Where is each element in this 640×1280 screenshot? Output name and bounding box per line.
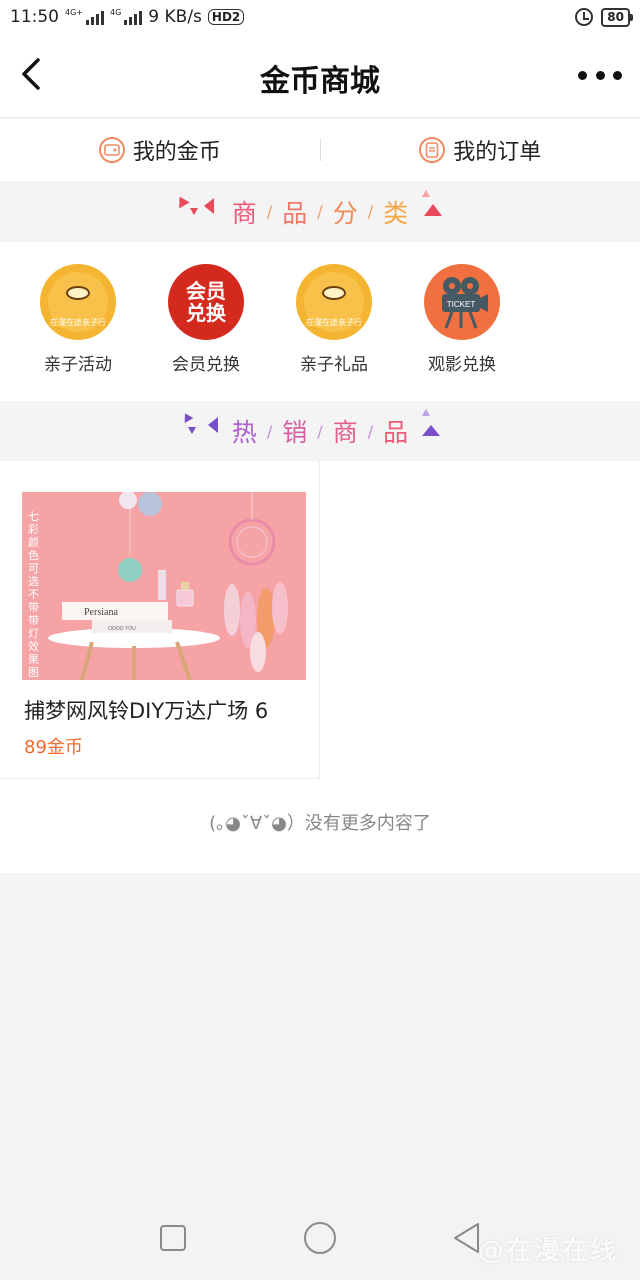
category-heading-char: 分 — [332, 198, 358, 228]
category-section-heading: 商 / 品 / 分 / 类 — [0, 181, 640, 242]
battery-icon: 80 — [601, 7, 633, 27]
category-label: 亲子活动 — [44, 355, 112, 375]
top-tabs: 我的金币 我的订单 — [0, 119, 640, 181]
svg-text:TICKET: TICKET — [447, 300, 476, 309]
signal-icon: 4G+ — [65, 9, 104, 25]
hot-section-heading: 热 / 销 / 商 / 品 — [0, 401, 640, 461]
home-button[interactable] — [300, 1218, 340, 1258]
network-speed: 9 KB/s — [148, 7, 202, 27]
category-parent-child-gift[interactable]: 在漫在途亲子行 亲子礼品 — [270, 242, 398, 401]
hot-heading-char: 销 — [282, 418, 308, 447]
tab-my-orders[interactable]: 我的订单 — [321, 134, 640, 166]
category-list: 在漫在途亲子行 亲子活动 会员 兑换 会员兑换 在漫在途亲子行 亲子礼品 TIC… — [0, 242, 640, 401]
tab-my-orders-label: 我的订单 — [453, 140, 542, 165]
tab-my-coins-label: 我的金币 — [132, 140, 221, 165]
recent-apps-button[interactable] — [153, 1218, 193, 1258]
category-heading-char: 品 — [282, 198, 308, 228]
hot-heading-char: 商 — [332, 418, 358, 447]
watermark: @在漫在线 — [477, 1236, 618, 1266]
page-title: 金币商城 — [260, 64, 380, 99]
movie-camera-icon: TICKET — [424, 264, 500, 340]
category-label: 亲子礼品 — [300, 355, 368, 375]
alarm-icon — [575, 8, 594, 26]
hd-badge: HD2 — [207, 9, 245, 25]
category-heading-char: 商 — [231, 198, 257, 228]
status-left: 11:50 4G+ 4G 9 KB/s HD2 — [10, 7, 245, 27]
svg-text:OOOO YOU: OOOO YOU — [108, 626, 136, 632]
square-icon — [160, 1225, 187, 1251]
category-label: 会员兑换 — [172, 355, 240, 375]
status-bar: 11:50 4G+ 4G 9 KB/s HD2 80 — [0, 0, 640, 34]
status-right: 80 — [575, 7, 633, 27]
hot-heading-char: 品 — [383, 418, 409, 447]
circle-icon — [303, 1222, 336, 1254]
product-image: Persiana OOOO YOU 七彩颜色可选不带带灯效果图 — [22, 492, 306, 680]
category-member-exchange[interactable]: 会员 兑换 会员兑换 — [142, 242, 270, 401]
signal-icon-2: 4G — [110, 9, 143, 25]
product-card[interactable]: Persiana OOOO YOU 七彩颜色可选不带带灯效果图 捕梦网风铃DIY… — [0, 461, 320, 779]
order-list-icon — [419, 137, 446, 163]
tab-my-coins[interactable]: 我的金币 — [0, 134, 320, 166]
product-grid: Persiana OOOO YOU 七彩颜色可选不带带灯效果图 捕梦网风铃DIY… — [0, 461, 640, 873]
status-time: 11:50 — [10, 7, 59, 27]
category-icon-gift: 在漫在途亲子行 — [296, 264, 372, 340]
category-icon-member: 会员 兑换 — [168, 264, 244, 340]
category-icon-activity: 在漫在途亲子行 — [40, 264, 116, 340]
more-button[interactable] — [578, 60, 622, 90]
category-movie-exchange[interactable]: TICKET 观影兑换 — [398, 242, 526, 401]
nav-bar: 金币商城 — [0, 34, 640, 118]
svg-text:Persiana: Persiana — [84, 607, 118, 618]
category-heading-char: 类 — [383, 198, 409, 228]
product-image-caption: 七彩颜色可选不带带灯效果图 — [28, 510, 39, 679]
no-more-content-text: (｡◕ˇ∀ˇ◕）没有更多内容了 — [209, 813, 431, 834]
hot-heading-char: 热 — [231, 418, 257, 447]
category-label: 观影兑换 — [428, 355, 496, 375]
more-dots-icon — [578, 70, 587, 80]
product-price: 89金币 — [24, 737, 83, 758]
wallet-icon — [98, 137, 125, 163]
category-parent-child-activity[interactable]: 在漫在途亲子行 亲子活动 — [14, 242, 142, 401]
category-heading-text: 商 / 品 / 分 / 类 — [174, 189, 443, 230]
hot-heading-text: 热 / 销 / 商 / 品 — [180, 409, 441, 449]
product-name: 捕梦网风铃DIY万达广场 6 — [24, 699, 269, 723]
